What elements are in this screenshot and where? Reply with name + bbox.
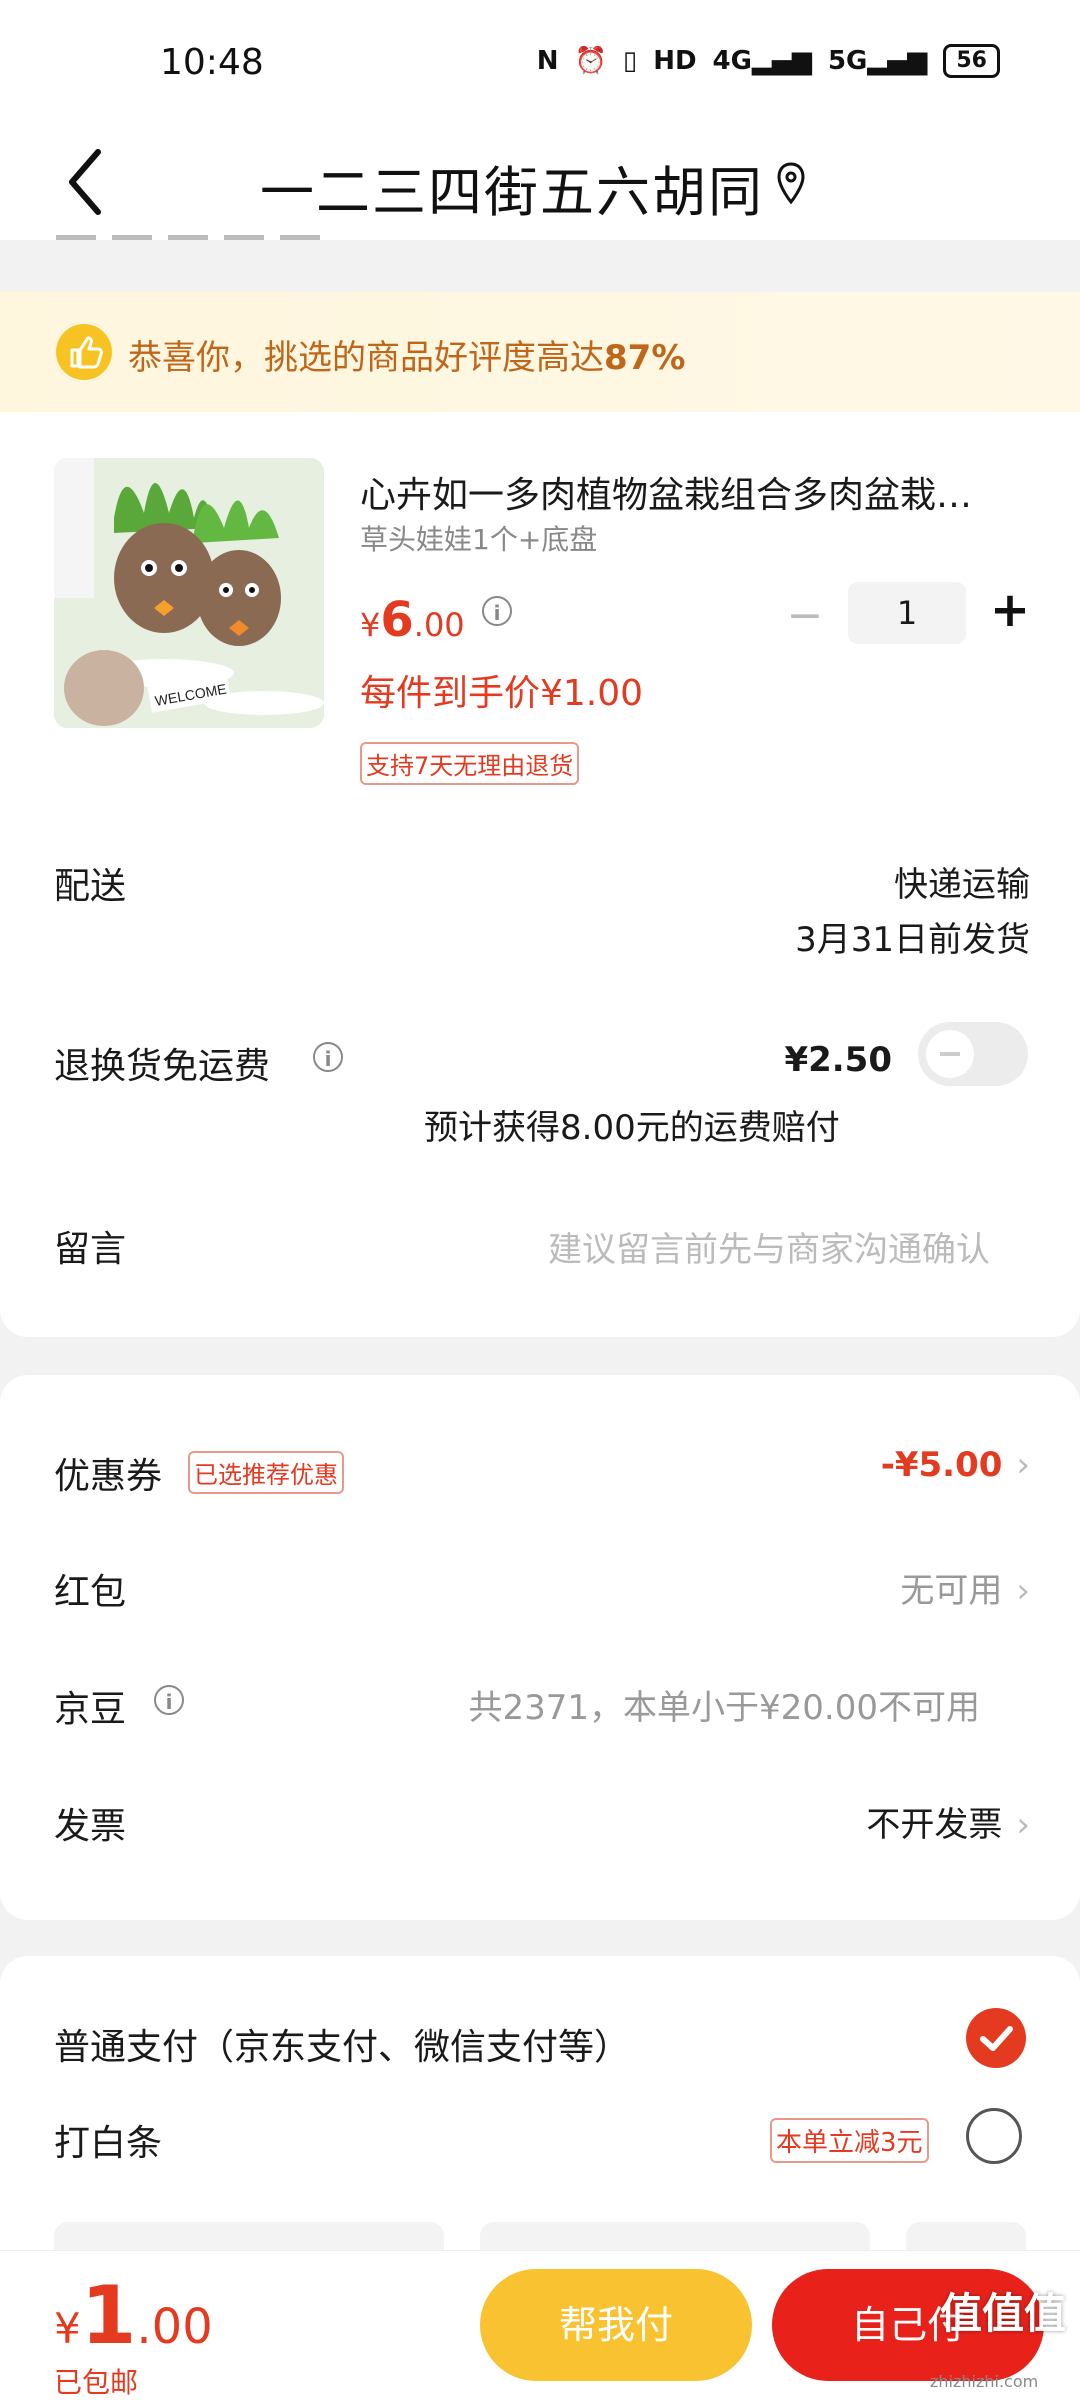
rating-banner: 恭喜你，挑选的商品好评度高达87% [0,292,1080,412]
location-pin-icon [777,162,805,205]
unchecked-radio-icon[interactable] [966,2108,1022,2164]
rating-value: 87% [604,338,686,378]
total-price: ¥1.00 [54,2269,213,2362]
delivery-label: 配送 [54,866,127,907]
status-bar: 10:48 N ⏰ ▯ HD 4G▂▄▆ 5G▂▄▆ 56 [0,0,1080,130]
return-shipping-note: 预计获得8.00元的运费赔付 [424,1108,840,1148]
page-title[interactable]: 一二三四街五六胡同 [260,148,764,227]
unit-price: 每件到手价¥1.00 [360,673,644,714]
return-shipping-label: 退换货免运费 [54,1046,271,1087]
5g-signal-icon: 5G▂▄▆ [827,46,928,76]
jd-beans-info-icon[interactable]: i [154,1685,184,1715]
product-title[interactable]: 心卉如一多肉植物盆栽组合多肉盆栽… [360,466,1030,518]
hd-icon: HD [653,46,697,76]
toggle-knob [926,1030,974,1078]
4g-signal-icon: 4G▂▄▆ [712,46,812,76]
normal-payment-label[interactable]: 普通支付（京东支付、微信支付等） [54,2018,630,2070]
banner-text: 恭喜你，挑选的商品好评度高达87% [128,338,686,378]
coupon-label: 优惠券 [54,1456,163,1497]
coupon-tag: 已选推荐优惠 [188,1451,344,1494]
baitiao-label[interactable]: 打白条 [54,2114,162,2166]
checkout-bar: ¥1.00 已包邮 帮我付 自己付 [0,2250,1080,2401]
increase-button[interactable]: + [980,582,1040,638]
red-packet-value: 无可用 [900,1571,1003,1611]
vibrate-icon: ▯ [622,46,638,76]
checked-radio-icon[interactable] [966,2008,1026,2068]
chevron-right-icon: › [1016,1805,1030,1845]
nfc-icon: N [536,46,559,76]
red-packet-label: 红包 [54,1572,127,1613]
return-policy-tag: 支持7天无理由退货 [360,742,580,785]
alarm-icon: ⏰ [574,46,607,76]
header: 一二三四街五六胡同 [0,130,1080,240]
invoice-label: 发票 [54,1806,127,1847]
jd-beans-label: 京豆 [54,1689,127,1730]
return-shipping-toggle[interactable] [918,1022,1028,1086]
status-time: 10:48 [160,42,264,83]
product-spec[interactable]: 草头娃娃1个+底盘 [360,518,597,558]
decrease-button[interactable]: − [780,590,830,641]
invoice-value: 不开发票 [866,1805,1003,1845]
jd-beans-value: 共2371，本单小于¥20.00不可用 [468,1688,981,1728]
red-packet-row[interactable]: 无可用 › [900,1563,1030,1612]
back-icon[interactable] [58,142,118,222]
quantity-stepper: − 1 + [780,582,1042,644]
thumbs-up-icon [56,324,112,380]
help-pay-button[interactable]: 帮我付 [480,2269,752,2381]
discount-card: 优惠券 已选推荐优惠 -¥5.00 › 红包 无可用 › 京豆 i 共2371，本单… [0,1375,1080,1920]
return-shipping-price: ¥2.50 [784,1040,892,1080]
delivery-method[interactable]: 快递运输 [894,857,1030,906]
product-image[interactable]: WELCOME [54,458,324,728]
return-shipping-info-icon[interactable]: i [313,1042,343,1072]
battery-icon: 56 [943,44,1000,78]
delivery-date: 3月31日前发货 [795,920,1030,960]
shipping-status: 已包邮 [54,2366,139,2399]
status-icons: N ⏰ ▯ HD 4G▂▄▆ 5G▂▄▆ 56 [537,44,1000,78]
note-label: 留言 [54,1229,127,1270]
note-input[interactable]: 建议留言前先与商家沟通确认 [548,1222,990,1271]
watermark-logo: 值值值 [940,2289,1067,2338]
invoice-row[interactable]: 不开发票 › [866,1797,1030,1846]
order-card: WELCOME 心卉如一多肉植物盆栽组合多肉盆栽… 草头娃娃1个+底盘 ¥6.0… [0,412,1080,1337]
chevron-right-icon: › [1016,1571,1030,1611]
address-overflow-text [56,226,396,240]
chevron-right-icon: › [1016,1445,1030,1485]
price-info-icon[interactable]: i [482,596,512,626]
quantity-value[interactable]: 1 [848,582,966,644]
coupon-row[interactable]: -¥5.00 › [881,1445,1030,1485]
baitiao-discount-tag: 本单立减3元 [770,2118,929,2163]
product-price: ¥6.00 [360,592,465,648]
coupon-value: -¥5.00 [880,1445,1003,1485]
watermark-url: zhizhizhi.com [930,2372,1039,2391]
